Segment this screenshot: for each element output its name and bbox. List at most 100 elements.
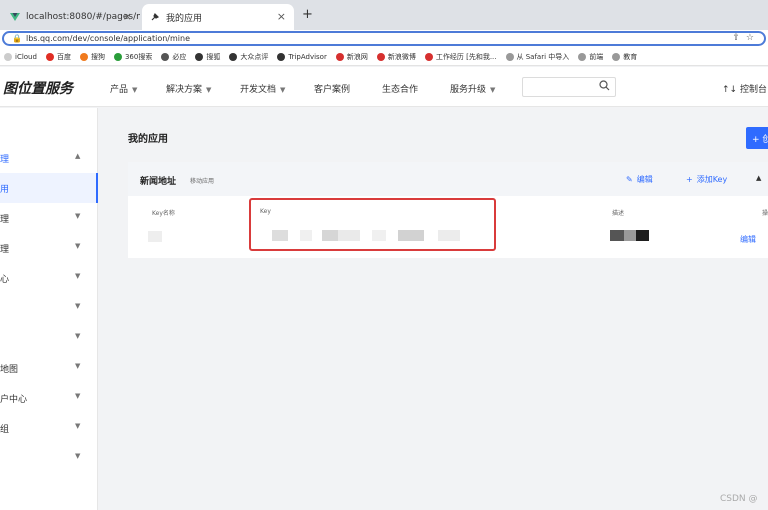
bookmark-item[interactable]: iCloud xyxy=(4,52,37,61)
nav-docs[interactable]: 开发文档 ▼ xyxy=(240,82,285,95)
sidebar-item-label: 组 xyxy=(0,425,10,435)
bookmark-label: 大众点评 xyxy=(240,52,269,61)
bookmark-item[interactable]: 新浪微博 xyxy=(376,52,416,62)
close-tab-icon[interactable]: × xyxy=(277,10,286,23)
search-icon xyxy=(599,80,610,94)
chevron-icon: ▼ xyxy=(75,332,81,340)
lock-icon: 🔒 xyxy=(12,34,22,43)
row-edit-link[interactable]: 编辑 xyxy=(740,234,756,245)
page-icon xyxy=(424,52,433,61)
nav-label: 解决方案 xyxy=(166,85,203,95)
chevron-icon: ▼ xyxy=(75,242,81,250)
bookmark-item[interactable]: 百度 xyxy=(45,52,71,62)
sidebar-item-label: 理 xyxy=(0,215,10,225)
column-header-description: 描述 xyxy=(612,210,625,217)
sidebar-item[interactable]: 理 ▼ xyxy=(0,233,98,263)
bookmark-label: 百度 xyxy=(56,52,71,61)
bookmark-item[interactable]: 从 Safari 中导入 xyxy=(505,52,570,62)
key-highlight-box xyxy=(249,198,496,251)
vue-icon xyxy=(10,12,20,22)
column-header-key-name: Key名称 xyxy=(152,210,175,217)
nav-products[interactable]: 产品 ▼ xyxy=(110,82,137,95)
bookmark-label: 新浪微博 xyxy=(387,52,416,61)
bookmark-label: TripAdvisor xyxy=(288,52,327,61)
folder-icon xyxy=(578,52,587,61)
chevron-down-icon: ▼ xyxy=(132,86,138,94)
chevron-icon: ▼ xyxy=(75,302,81,310)
bookmark-item[interactable]: 新浪网 xyxy=(335,52,368,62)
weibo-icon xyxy=(376,52,385,61)
redacted-key-name xyxy=(148,231,162,242)
sidebar-item[interactable]: 户中心 ▼ xyxy=(0,383,98,413)
nav-label: 服务升级 xyxy=(450,85,487,95)
sidebar-item[interactable]: ▼ xyxy=(0,293,98,323)
bookmark-item[interactable]: 360搜索 xyxy=(113,52,153,62)
nav-upgrade[interactable]: 服务升级 ▼ xyxy=(450,82,495,95)
nav-label: 生态合作 xyxy=(382,85,419,95)
browser-tab-bar: localhost:8080/#/pages/map/ × 我的应用 × + xyxy=(0,0,768,30)
bookmark-item[interactable]: 搜狐 xyxy=(195,52,220,62)
bookmark-item[interactable]: TripAdvisor xyxy=(277,52,327,61)
brand-logo[interactable]: 图位置服务 xyxy=(3,78,73,98)
sidebar-item[interactable]: 地图 ▼ xyxy=(0,353,98,383)
browser-tab-my-apps[interactable]: 我的应用 × xyxy=(142,4,294,30)
bing-icon xyxy=(161,52,170,61)
edit-label: 编辑 xyxy=(636,175,653,184)
bookmark-item[interactable]: 教育 xyxy=(612,52,637,62)
search-input[interactable] xyxy=(522,77,616,97)
sidebar-item[interactable]: 用 xyxy=(0,173,98,203)
chevron-icon: ▼ xyxy=(75,362,81,370)
site-header: 图位置服务 产品 ▼ 解决方案 ▼ 开发文档 ▼ 客户案例 生态合作 服务升级 ▼ ↑↓… xyxy=(0,67,768,107)
nav-label: 客户案例 xyxy=(314,85,351,95)
collapse-icon[interactable]: ▲ xyxy=(756,174,761,182)
app-name: 新闻地址 xyxy=(140,177,177,187)
sohu-icon xyxy=(195,52,204,61)
bookmark-label: iCloud xyxy=(15,52,37,61)
chevron-icon: ▼ xyxy=(75,212,81,220)
nav-solutions[interactable]: 解决方案 ▼ xyxy=(166,82,211,95)
share-star-icons[interactable]: ⇧☆ xyxy=(732,33,760,43)
sidebar-item[interactable]: 理 ▼ xyxy=(0,203,98,233)
nav-cases[interactable]: 客户案例 xyxy=(314,82,350,95)
redacted-description xyxy=(610,230,624,241)
pin-icon xyxy=(150,12,160,22)
sidebar-item[interactable]: ▼ xyxy=(0,443,98,473)
bookmark-label: 360搜索 xyxy=(124,52,153,61)
sidebar-item[interactable]: 心 ▼ xyxy=(0,263,98,293)
chevron-icon: ▲ xyxy=(75,152,81,160)
console-link[interactable]: ↑↓ 控制台 xyxy=(722,82,767,95)
address-bar: 🔒 lbs.qq.com/dev/console/application/min… xyxy=(0,30,768,48)
bookmark-item[interactable]: 大众点评 xyxy=(229,52,268,62)
sidebar-item[interactable]: 组 ▼ xyxy=(0,413,98,443)
redacted-description xyxy=(624,230,636,241)
url-text: lbs.qq.com/dev/console/application/mine xyxy=(25,34,190,43)
baidu-icon xyxy=(45,52,54,61)
bookmark-item[interactable]: 搜狗 xyxy=(79,52,105,62)
sidebar-item[interactable]: 理 ▲ xyxy=(0,143,98,173)
add-key-label: 添加Key xyxy=(696,175,728,184)
sidebar-item[interactable]: ▼ xyxy=(0,323,98,353)
new-tab-button[interactable]: + xyxy=(302,7,313,22)
close-tab-icon[interactable]: × xyxy=(123,10,132,23)
bookmark-label: 工作经历 [先和我... xyxy=(435,52,497,61)
dianping-icon xyxy=(229,52,238,61)
tripadvisor-icon xyxy=(277,52,286,61)
nav-label: 开发文档 xyxy=(240,85,277,95)
bookmark-item[interactable]: 必应 xyxy=(161,52,186,62)
app-card-header: 新闻地址 移动应用 ✎ 编辑 + 添加Key ▲ xyxy=(128,162,768,196)
sidebar-item-label: 理 xyxy=(0,245,10,255)
edit-app-button[interactable]: ✎ 编辑 xyxy=(626,174,653,185)
bookmark-label: 必应 xyxy=(172,52,187,61)
chevron-icon: ▼ xyxy=(75,272,81,280)
bookmark-item[interactable]: 工作经历 [先和我... xyxy=(424,52,497,62)
chevron-icon: ▼ xyxy=(75,452,81,460)
create-app-button[interactable]: + 创 xyxy=(746,127,768,149)
sogou-icon xyxy=(79,52,88,61)
bookmark-item[interactable]: 前端 xyxy=(578,52,603,62)
url-field[interactable]: 🔒 lbs.qq.com/dev/console/application/min… xyxy=(2,31,766,46)
bookmark-label: 从 Safari 中导入 xyxy=(516,52,570,61)
add-key-button[interactable]: + 添加Key xyxy=(686,174,727,185)
pencil-icon: ✎ xyxy=(626,175,633,184)
nav-ecosystem[interactable]: 生态合作 xyxy=(382,82,418,95)
browser-tab-localhost[interactable]: localhost:8080/#/pages/map/ × xyxy=(2,4,140,30)
